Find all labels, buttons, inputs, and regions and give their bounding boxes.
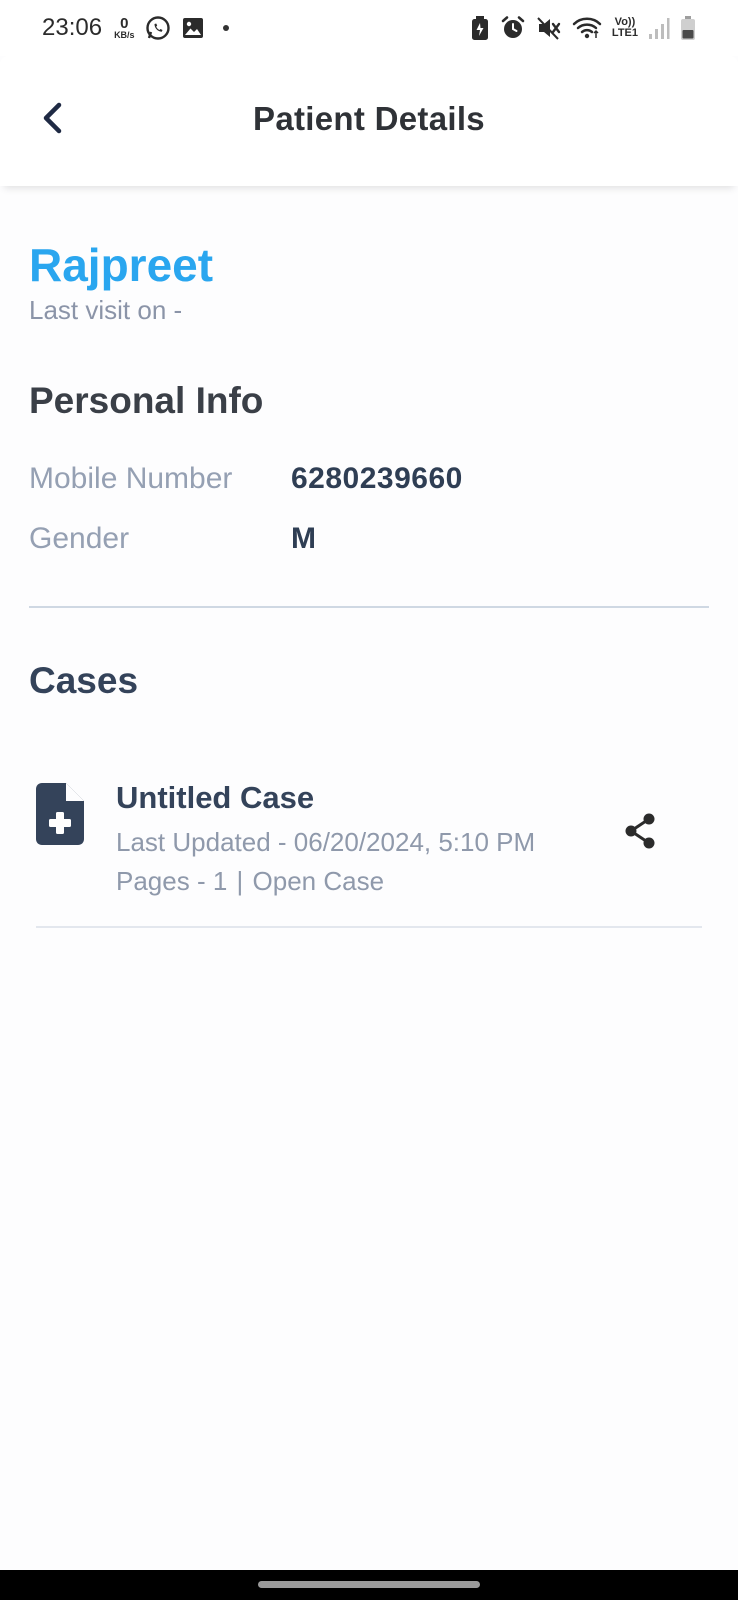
battery-icon [680, 15, 696, 41]
medical-file-icon [36, 783, 84, 845]
patient-details-screen: 23:06 0 KB/s Vo)) LTE1 Patient Details R… [0, 0, 738, 1600]
system-nav-bar [0, 1570, 738, 1600]
status-bar-right: Vo)) LTE1 [470, 15, 696, 41]
personal-info-heading: Personal Info [29, 380, 264, 421]
status-bar-left: 23:06 0 KB/s [42, 14, 229, 42]
case-list-item[interactable]: Untitled Case Last Updated - 06/20/2024,… [36, 775, 702, 928]
open-case-link[interactable]: Open Case [253, 866, 385, 896]
gallery-icon [181, 16, 205, 40]
volte-line2: LTE1 [611, 27, 638, 39]
case-title: Untitled Case [116, 780, 315, 815]
whatsapp-icon [145, 15, 171, 41]
notification-dot [222, 25, 229, 31]
case-meta: Pages - 1 | Open Case [116, 866, 384, 897]
patient-name: Rajpreet [29, 239, 214, 291]
network-speed-unit: KB/s [114, 30, 135, 40]
signal-icon [648, 16, 670, 40]
battery-saver-icon [470, 15, 490, 41]
network-speed-value: 0 [120, 15, 129, 32]
app-header: Patient Details [0, 56, 738, 186]
section-divider [29, 606, 709, 608]
case-divider [36, 926, 702, 928]
info-row-mobile: Mobile Number 6280239660 [29, 462, 463, 496]
alarm-icon [500, 15, 526, 41]
cases-heading: Cases [29, 660, 139, 701]
status-bar: 23:06 0 KB/s Vo)) LTE1 [0, 0, 738, 56]
case-meta-separator: | [236, 866, 244, 896]
mute-icon [536, 15, 562, 41]
network-speed: 0 KB/s [114, 16, 135, 40]
status-time: 23:06 [42, 14, 103, 41]
share-button[interactable] [618, 809, 662, 853]
case-last-updated: Last Updated - 06/20/2024, 5:10 PM [116, 827, 536, 857]
case-pages-count: Pages - 1 [116, 866, 228, 896]
volte-icon: Vo)) LTE1 [612, 17, 638, 39]
home-gesture-handle[interactable] [258, 1581, 480, 1588]
wifi-icon [572, 16, 602, 40]
share-icon [625, 813, 655, 849]
page-title: Patient Details [253, 100, 485, 137]
gender-label: Gender [29, 522, 130, 555]
last-visit-text: Last visit on - [29, 295, 183, 325]
mobile-number-label: Mobile Number [29, 462, 233, 495]
info-row-gender: Gender M [29, 522, 317, 556]
gender-value: M [291, 522, 317, 555]
mobile-number-value: 6280239660 [291, 462, 463, 495]
